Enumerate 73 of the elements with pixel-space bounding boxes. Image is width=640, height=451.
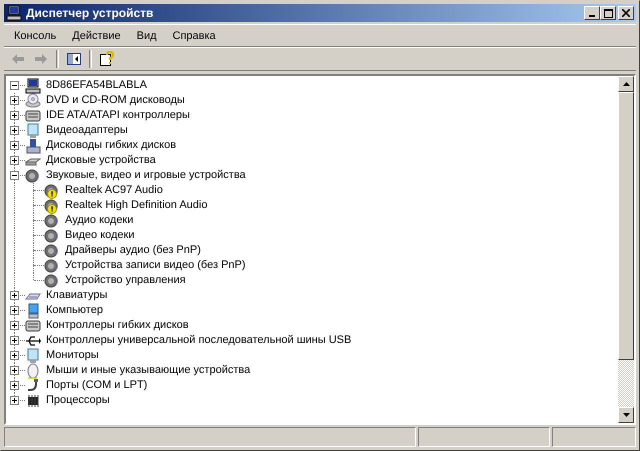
tree-item[interactable]: Дисковые устройства [45, 154, 157, 167]
expander-icon[interactable] [10, 396, 19, 405]
close-icon [622, 9, 630, 17]
tree-item[interactable]: Компьютер [45, 304, 104, 317]
down-arrow-icon [622, 413, 630, 417]
tree-item[interactable]: Realtek High Definition Audio [64, 199, 208, 212]
tree-item[interactable]: Аудио кодеки [64, 214, 134, 227]
tree-item[interactable]: Устройство управления [64, 274, 187, 287]
menu-item[interactable]: Вид [128, 30, 165, 42]
speaker-icon [44, 258, 60, 274]
tree-item[interactable]: 8D86EFA54BLABLA [45, 79, 148, 92]
expander-icon[interactable] [10, 336, 19, 345]
expander-icon[interactable] [10, 126, 19, 135]
tree-item[interactable]: Realtek AC97 Audio [64, 184, 164, 197]
speaker-icon [25, 168, 41, 184]
mouse-icon [25, 362, 41, 378]
tree-item[interactable]: Контроллеры гибких дисков [45, 319, 190, 332]
speaker-icon [44, 228, 60, 244]
pane-icon [66, 51, 82, 67]
help-icon [99, 51, 115, 67]
monitor-icon [25, 122, 41, 138]
scroll-down-button[interactable] [618, 407, 634, 423]
controller-icon [25, 108, 41, 124]
controller-icon [25, 318, 41, 334]
scroll-up-button[interactable] [618, 76, 634, 92]
expander-icon[interactable] [10, 171, 19, 180]
tree-item[interactable]: Видео кодеки [64, 229, 136, 242]
monitor-icon [25, 348, 41, 364]
menu-item[interactable]: Консоль [6, 30, 64, 42]
maximize-button[interactable] [600, 6, 616, 20]
close-button[interactable] [618, 6, 634, 20]
chip-icon [25, 392, 41, 408]
maximize-icon [604, 8, 612, 18]
help-button[interactable] [97, 49, 117, 69]
tree-item[interactable]: Контроллеры универсальной последовательной шины USB [45, 334, 352, 347]
tree-item[interactable]: Мониторы [45, 349, 100, 362]
tree-item[interactable]: Звуковые, видео и игровые устройства [45, 169, 247, 182]
menu-item[interactable]: Действие [64, 30, 129, 42]
expander-icon[interactable] [10, 306, 19, 315]
tree-item[interactable]: Дисководы гибких дисков [45, 139, 178, 152]
expander-icon[interactable] [10, 141, 19, 150]
expander-icon[interactable] [10, 156, 19, 165]
port-cable-icon [25, 378, 41, 394]
tree-item[interactable]: IDE ATA/ATAPI контроллеры [45, 109, 191, 122]
speaker-icon [44, 212, 60, 228]
computer-icon [25, 78, 41, 94]
speaker-icon [44, 272, 60, 288]
tree-item[interactable]: Видеоадаптеры [45, 124, 129, 137]
up-arrow-icon [622, 82, 630, 86]
scrollbar-thumb[interactable] [618, 92, 634, 360]
minimize-button[interactable] [584, 6, 600, 20]
window-title: Диспетчер устройств [26, 6, 154, 20]
expander-icon[interactable] [10, 111, 19, 120]
floppy-drive-icon [25, 138, 41, 154]
tree-item[interactable]: Устройства записи видео (без PnP) [64, 259, 247, 272]
tree-item[interactable]: Мыши и иные указывающие устройства [45, 364, 252, 377]
expander-icon[interactable] [10, 321, 19, 330]
disc-drive-icon [25, 92, 41, 108]
expander-icon[interactable] [10, 351, 19, 360]
expander-icon[interactable] [10, 381, 19, 390]
tree-item[interactable]: Клавиатуры [45, 289, 108, 302]
expander-icon[interactable] [10, 366, 19, 375]
expander-icon[interactable] [10, 81, 19, 90]
tree-item[interactable]: Процессоры [45, 394, 111, 407]
speaker-icon [44, 242, 60, 258]
tree-item[interactable]: Порты (COM и LPT) [45, 379, 148, 392]
computer-icon [6, 5, 22, 21]
tree-item[interactable]: Драйверы аудио (без PnP) [64, 244, 202, 257]
tree-item[interactable]: DVD и CD-ROM дисководы [45, 94, 186, 107]
menu-item[interactable]: Справка [164, 30, 224, 42]
expander-icon[interactable] [10, 96, 19, 105]
expander-icon[interactable] [10, 291, 19, 300]
forward-arrow-icon [33, 51, 49, 67]
